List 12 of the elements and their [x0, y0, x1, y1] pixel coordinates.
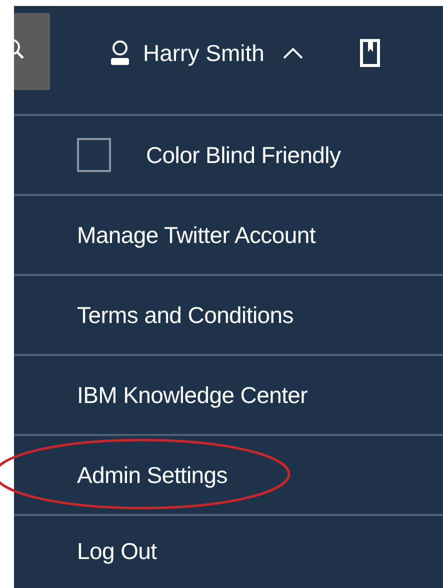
menu-item[interactable]: Terms and Conditions [77, 302, 294, 328]
checkbox-label[interactable]: Color Blind Friendly [146, 142, 341, 168]
menu-item[interactable]: Manage Twitter Account [77, 222, 316, 248]
checkbox[interactable] [77, 138, 111, 172]
search-button[interactable] [14, 12, 50, 90]
bookmark-icon[interactable] [360, 39, 380, 67]
chevron-icon [282, 46, 304, 60]
menu-item[interactable]: IBM Knowledge Center [77, 382, 308, 408]
menu-item[interactable]: Log Out [77, 538, 157, 564]
menu-item[interactable]: Admin Settings [77, 462, 228, 488]
user-icon [109, 40, 131, 66]
user-menu-button[interactable]: Harry Smith [109, 40, 304, 66]
